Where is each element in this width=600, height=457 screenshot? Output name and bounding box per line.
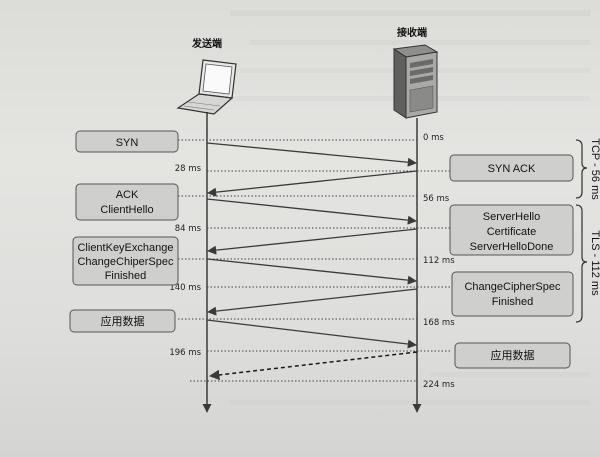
server-tower-icon (392, 44, 439, 119)
client-key-exchange-label: ClientKeyExchange (77, 242, 173, 254)
change-cipher-spec-label: ChangeCipherSpec (464, 281, 561, 293)
arrow-syn (206, 142, 417, 167)
message-box-ack-client-hello: ACK ClientHello (75, 183, 179, 221)
time-label-84: 84 ms (175, 224, 202, 234)
tcp-duration-label: TCP - 56 ms (589, 138, 600, 200)
time-label-196: 196 ms (169, 348, 201, 358)
app-data-receiver-label: 应用数据 (491, 348, 535, 362)
tcp-tls-handshake-diagram: 发送端 接收端 0 ms 28 ms 56 ms 84 ms 112 ms 14… (69, 10, 600, 413)
message-box-client-key-exchange: ClientKeyExchange ChangeChiperSpec Finis… (72, 236, 179, 286)
sender-header: 发送端 (191, 37, 222, 50)
message-box-server-hello: ServerHello Certificate ServerHelloDone (449, 204, 574, 256)
arrow-app-data-request (206, 319, 417, 349)
tls-bracket: TLS - 112 ms (575, 204, 600, 323)
receiver-header: 接收端 (397, 26, 427, 39)
arrow-app-data-response (208, 351, 418, 381)
message-box-syn-ack: SYN ACK (449, 154, 574, 182)
server-hello-done-label: ServerHelloDone (470, 241, 554, 253)
laptop-icon (176, 59, 237, 115)
finished-label-client: Finished (105, 270, 147, 282)
finished-label-server: Finished (492, 296, 534, 308)
message-box-app-data-receiver: 应用数据 (454, 342, 571, 369)
message-box-syn: SYN (75, 130, 179, 153)
certificate-label: Certificate (487, 226, 537, 238)
tls-duration-label: TLS - 112 ms (589, 230, 600, 296)
server-hello-label: ServerHello (483, 211, 540, 223)
change-chiper-spec-label: ChangeChiperSpec (77, 256, 174, 268)
app-data-sender-label: 应用数据 (101, 314, 145, 328)
arrow-ack-client-hello (206, 198, 417, 225)
time-label-28: 28 ms (175, 164, 202, 174)
page: 发送端 接收端 0 ms 28 ms 56 ms 84 ms 112 ms 14… (0, 0, 600, 457)
ack-label: ACK (116, 189, 139, 201)
time-label-224: 224 ms (423, 380, 455, 390)
time-label-56: 56 ms (423, 194, 450, 204)
message-box-change-cipher-spec: ChangeCipherSpec Finished (451, 271, 574, 317)
time-label-112: 112 ms (423, 256, 455, 266)
syn-ack-label: SYN ACK (488, 163, 536, 175)
arrow-client-key-exchange (206, 258, 417, 285)
arrow-change-cipher-spec (207, 288, 418, 316)
arrow-syn-ack (207, 170, 418, 197)
tcp-bracket: TCP - 56 ms (575, 138, 600, 200)
time-label-168: 168 ms (423, 318, 455, 328)
client-hello-label: ClientHello (100, 204, 153, 216)
syn-label: SYN (116, 137, 139, 149)
time-label-0: 0 ms (423, 133, 444, 143)
arrow-server-hello (207, 228, 418, 255)
message-box-app-data-sender: 应用数据 (69, 309, 176, 333)
